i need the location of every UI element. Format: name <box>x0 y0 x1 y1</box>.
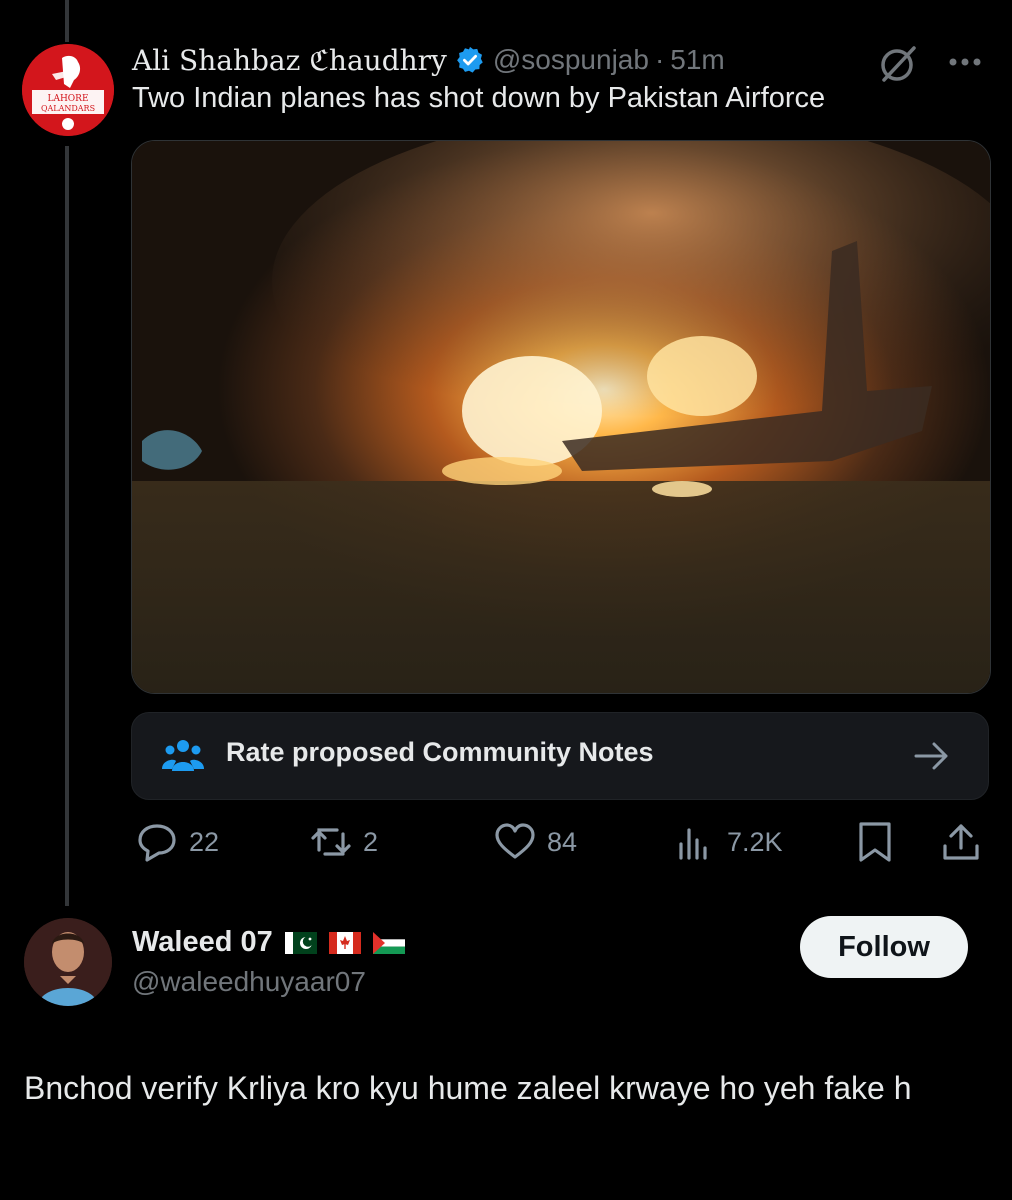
bookmark-icon <box>859 822 891 862</box>
tweet-header: Ali Shahbaz ℭhaudhry @sospunjab · 51m <box>132 40 725 80</box>
community-notes-label: Rate proposed Community Notes <box>226 737 654 767</box>
avatar-logo-text-1: LAHORE <box>47 94 88 104</box>
canada-flag-icon <box>328 931 361 954</box>
repost-button[interactable]: 2 <box>309 812 378 872</box>
tweet-text: Two Indian planes has shot down by Pakis… <box>132 82 826 114</box>
reply-count: 22 <box>189 826 220 857</box>
thread-connector-line <box>65 146 69 906</box>
avatar-logo-text-2: QALANDARS <box>41 104 95 113</box>
like-count: 84 <box>547 826 578 857</box>
like-button[interactable]: 84 <box>493 812 577 872</box>
people-group-icon <box>162 740 204 771</box>
reply-icon <box>138 824 176 862</box>
palestine-flag-icon <box>372 931 405 954</box>
follow-button[interactable]: Follow <box>800 916 968 978</box>
tweet-thread-page: LAHORE QALANDARS Ali Shahbaz ℭhaudhry @s… <box>0 0 1012 1200</box>
author-display-name[interactable]: Ali Shahbaz ℭhaudhry <box>132 44 447 77</box>
community-notes-prompt[interactable]: Rate proposed Community Notes <box>131 712 989 800</box>
author-handle[interactable]: @sospunjab <box>493 44 649 76</box>
share-icon <box>943 824 979 860</box>
heart-icon <box>495 823 535 859</box>
header-separator: · <box>654 44 665 75</box>
tweet-timestamp[interactable]: 51m <box>670 44 724 76</box>
reply-text: Bnchod verify Krliya kro kyu hume zaleel… <box>24 1070 912 1106</box>
more-options-icon[interactable] <box>944 48 986 76</box>
views-button[interactable]: 7.2K <box>673 812 783 872</box>
thread-connector-line-top <box>65 0 69 42</box>
repost-icon <box>311 828 351 856</box>
arrow-right-icon <box>914 742 948 770</box>
reply-author-display-name[interactable]: Waleed 07 <box>132 926 273 959</box>
author-avatar[interactable]: LAHORE QALANDARS <box>22 44 114 136</box>
reply-author-avatar[interactable] <box>24 918 112 1006</box>
repost-count: 2 <box>363 826 379 857</box>
pakistan-flag-icon <box>284 931 317 954</box>
share-button[interactable] <box>939 812 983 872</box>
bookmark-button[interactable] <box>853 812 897 872</box>
views-chart-icon <box>679 828 707 860</box>
grok-icon[interactable] <box>876 42 920 86</box>
tweet-action-bar: 22 2 84 7.2K <box>131 812 989 872</box>
reply-button[interactable]: 22 <box>135 812 219 872</box>
reply-author-handle[interactable]: @waleedhuyaar07 <box>132 966 366 998</box>
views-count: 7.2K <box>727 826 783 857</box>
verified-badge-icon <box>456 46 483 73</box>
reply-author-name-row: Waleed 07 <box>132 926 405 959</box>
tweet-media-image[interactable] <box>131 140 991 694</box>
